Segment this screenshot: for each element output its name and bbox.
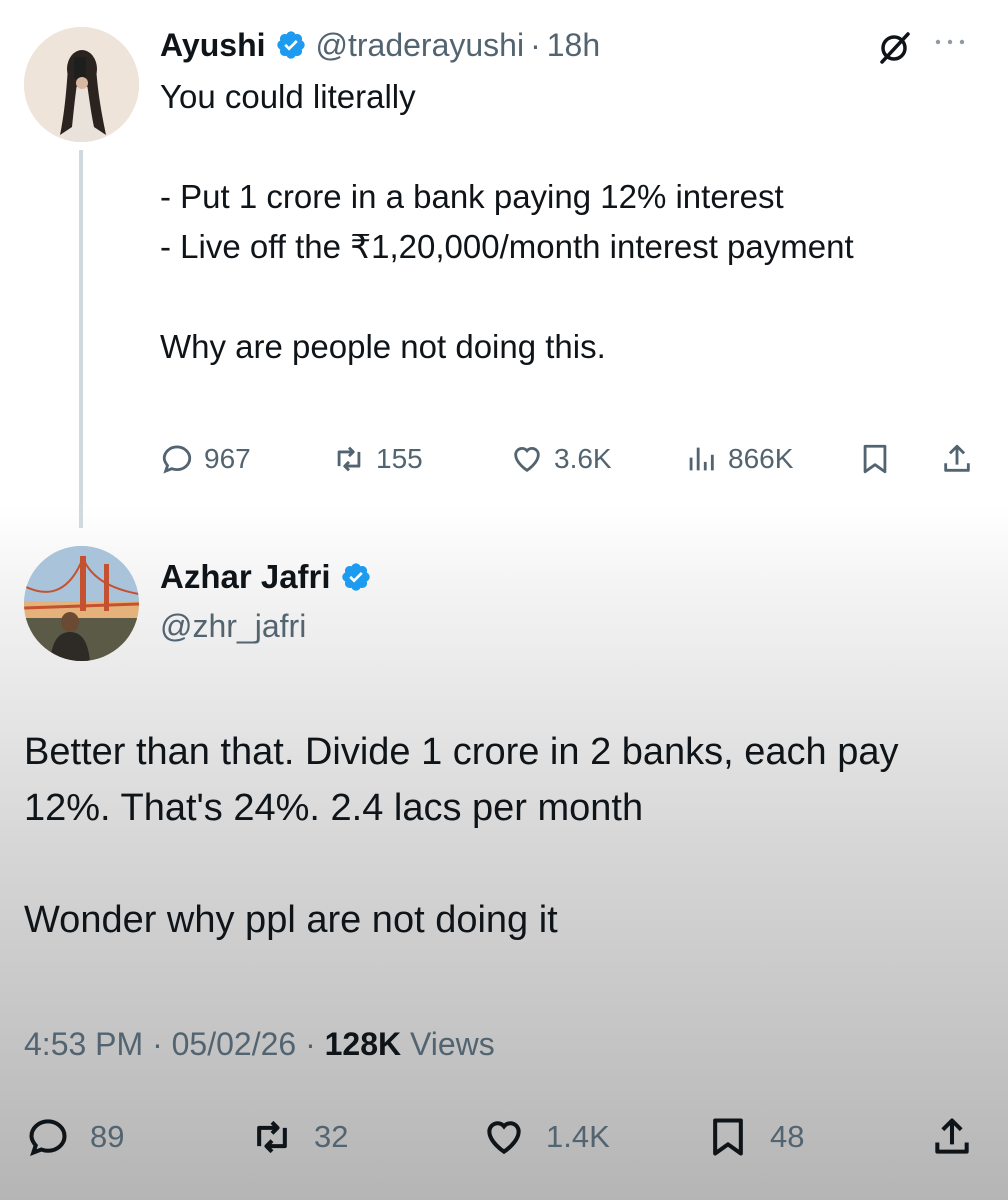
tweet1-actions: 967 155 3.6K 866K <box>160 436 980 482</box>
repost-button[interactable]: 155 <box>332 436 423 482</box>
like-button[interactable]: 3.6K <box>510 436 612 482</box>
tweet-time[interactable]: 4:53 PM <box>24 1026 143 1062</box>
views-label: Views <box>410 1026 495 1062</box>
repost-icon <box>257 1120 287 1154</box>
repost-count: 32 <box>314 1119 349 1154</box>
author-name[interactable]: Azhar Jafri <box>160 558 331 596</box>
tweet2-meta: 4:53 PM · 05/02/26 · 128K Views <box>24 1026 495 1063</box>
share-button[interactable] <box>940 436 984 482</box>
tweet-date[interactable]: 05/02/26 <box>172 1026 297 1062</box>
like-icon <box>514 447 540 473</box>
more-icon[interactable] <box>930 30 970 54</box>
verified-badge-icon <box>340 561 372 593</box>
views-button[interactable]: 866K <box>684 436 793 482</box>
views-icon <box>689 447 714 471</box>
author-handle[interactable]: @zhr_jafri <box>160 608 306 645</box>
avatar-azhar-jafri[interactable] <box>24 546 139 661</box>
reply-count: 89 <box>90 1119 125 1154</box>
bookmark-count: 48 <box>770 1119 805 1154</box>
like-icon <box>487 1121 521 1155</box>
bookmark-icon <box>713 1118 743 1156</box>
verified-badge-icon <box>275 29 307 61</box>
separator-dot: · <box>152 1026 163 1062</box>
tweet2-author-row: Azhar Jafri <box>160 558 372 596</box>
views-count: 128K <box>324 1026 402 1062</box>
tweet1-header: Ayushi @traderayushi · 18h <box>160 22 600 68</box>
grok-icon[interactable] <box>874 28 914 68</box>
thread-line <box>79 150 83 528</box>
separator-dot: · <box>305 1026 316 1062</box>
tweet2-text: Better than that. Divide 1 crore in 2 ba… <box>24 731 899 941</box>
avatar-ayushi[interactable] <box>24 27 139 142</box>
share-icon <box>944 444 970 472</box>
repost-count: 155 <box>376 443 423 474</box>
reply-icon <box>162 445 192 474</box>
share-icon <box>935 1118 969 1154</box>
author-name[interactable]: Ayushi <box>160 27 266 64</box>
like-count: 1.4K <box>546 1119 610 1154</box>
reply-button[interactable]: 89 <box>26 1112 124 1162</box>
reply-icon <box>29 1119 67 1157</box>
like-count: 3.6K <box>554 443 612 474</box>
tweet2-actions: 89 32 1.4K 48 <box>24 1112 984 1162</box>
repost-button[interactable]: 32 <box>250 1112 348 1162</box>
bookmark-icon <box>863 444 887 474</box>
reply-count: 967 <box>204 443 251 474</box>
separator-dot: · <box>530 26 541 63</box>
tweet-time[interactable]: 18h <box>547 27 600 64</box>
bookmark-button[interactable] <box>858 436 902 482</box>
reply-button[interactable]: 967 <box>160 436 251 482</box>
author-handle[interactable]: @traderayushi <box>316 27 525 64</box>
tweet1-text: You could literally - Put 1 crore in a b… <box>160 78 854 365</box>
bookmark-button[interactable]: 48 <box>706 1112 804 1162</box>
repost-icon <box>337 446 361 472</box>
like-button[interactable]: 1.4K <box>482 1112 610 1162</box>
views-count: 866K <box>728 443 794 474</box>
share-button[interactable] <box>930 1112 994 1162</box>
